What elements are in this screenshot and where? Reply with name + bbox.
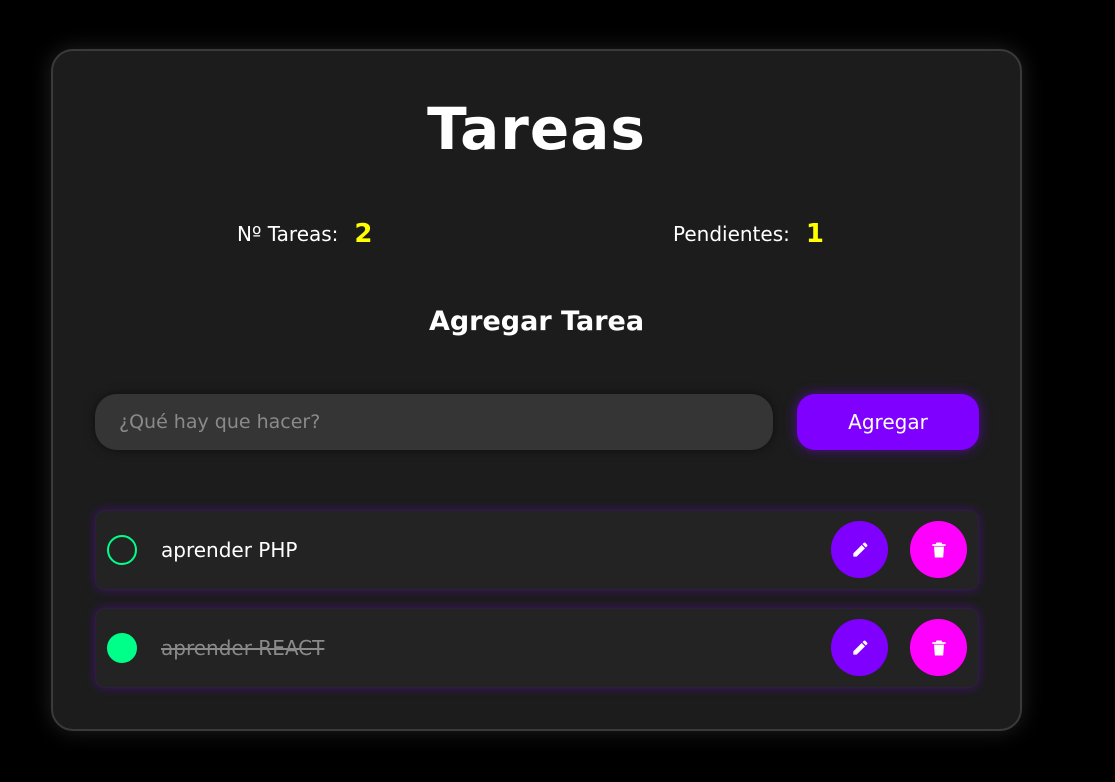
pending-tasks-label: Pendientes: <box>673 222 790 246</box>
add-task-title: Agregar Tarea <box>428 306 645 337</box>
pending-tasks-stat: Pendientes: 1 <box>673 216 824 252</box>
edit-task-button[interactable] <box>831 521 888 578</box>
delete-task-button[interactable] <box>910 619 967 676</box>
page-title: Tareas <box>427 95 646 163</box>
total-tasks-count: 2 <box>354 219 373 249</box>
edit-icon <box>852 542 867 557</box>
circle-filled-icon[interactable] <box>107 633 137 663</box>
task-text: aprender REACT <box>161 636 325 660</box>
circle-outline-icon[interactable] <box>107 535 137 565</box>
task-list: aprender PHP aprender REACT <box>95 510 979 706</box>
pending-tasks-count: 1 <box>805 219 824 249</box>
total-tasks-stat: Nº Tareas: 2 <box>237 216 373 252</box>
tasks-card: Tareas Nº Tareas: 2 Pendientes: 1 Agrega… <box>51 49 1022 731</box>
task-text: aprender PHP <box>161 538 298 562</box>
new-task-input[interactable] <box>95 394 773 450</box>
delete-task-button[interactable] <box>910 521 967 578</box>
task-item: aprender PHP <box>95 510 979 590</box>
edit-icon <box>852 640 867 655</box>
total-tasks-label: Nº Tareas: <box>237 222 339 246</box>
task-item: aprender REACT <box>95 608 979 688</box>
add-task-button[interactable]: Agregar <box>797 394 979 450</box>
trash-icon <box>931 640 946 655</box>
edit-task-button[interactable] <box>831 619 888 676</box>
trash-icon <box>931 542 946 557</box>
